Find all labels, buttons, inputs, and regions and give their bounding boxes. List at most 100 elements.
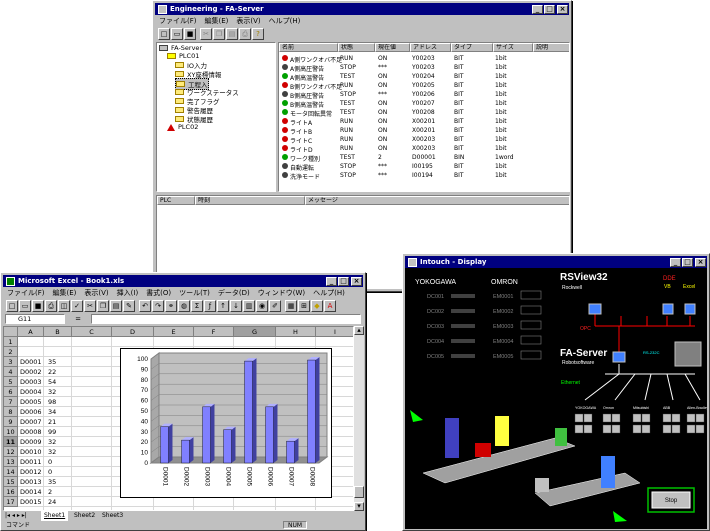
map-icon[interactable]: ◉: [256, 299, 268, 312]
cut-icon[interactable]: ✂: [200, 27, 212, 40]
column-header[interactable]: I: [316, 327, 353, 337]
cell-c[interactable]: 35: [48, 357, 70, 367]
print-icon[interactable]: ⎙: [45, 299, 57, 312]
tab-nav-icon[interactable]: |◂ ◂ ▸ ▸|: [5, 512, 27, 519]
bar[interactable]: [202, 406, 211, 464]
col-value[interactable]: 現在値: [375, 43, 410, 52]
row-header[interactable]: 4: [4, 367, 18, 377]
menu-data[interactable]: データ(D): [214, 288, 254, 298]
row-header[interactable]: 15: [4, 477, 18, 487]
copy-icon[interactable]: ❐: [97, 299, 109, 312]
autosum-icon[interactable]: Σ: [191, 299, 203, 312]
menu-file[interactable]: ファイル(F): [155, 16, 201, 26]
cell-c[interactable]: 32: [48, 387, 70, 397]
log-col-message[interactable]: メッセージ: [305, 196, 569, 205]
col-address[interactable]: アドレス: [410, 43, 451, 52]
column-header[interactable]: G: [234, 327, 276, 337]
menu-file[interactable]: ファイル(F): [3, 288, 49, 298]
cell-c[interactable]: 21: [48, 417, 70, 427]
column-header[interactable]: C: [72, 327, 112, 337]
cut-icon[interactable]: ✂: [84, 299, 96, 312]
variable-row[interactable]: 自動運転 STOP *** I00195 BIT 1bit: [279, 162, 569, 172]
scroll-up-icon[interactable]: ▴: [354, 326, 364, 335]
undo-icon[interactable]: ↶: [139, 299, 151, 312]
cell-c[interactable]: 0: [48, 467, 70, 477]
bar[interactable]: [223, 429, 232, 464]
cell-c[interactable]: 98: [48, 397, 70, 407]
bar[interactable]: [265, 406, 274, 464]
variable-row[interactable]: ライトD RUN ON X00203 BIT 1bit: [279, 144, 569, 154]
scroll-thumb[interactable]: [354, 486, 364, 498]
row-header[interactable]: 1: [4, 337, 18, 347]
cell-c[interactable]: [48, 337, 70, 347]
row-header[interactable]: 6: [4, 387, 18, 397]
new-icon[interactable]: □: [6, 299, 18, 312]
tree-plc02[interactable]: PLC02: [167, 123, 198, 131]
column-header[interactable]: F: [194, 327, 234, 337]
vertical-scrollbar[interactable]: ▴ ▾: [354, 326, 364, 511]
menu-edit[interactable]: 編集(E): [201, 16, 233, 26]
variable-row[interactable]: B側高圧警告 STOP *** Y00206 BIT 1bit: [279, 90, 569, 100]
excel-titlebar[interactable]: Microsoft Excel - Book1.xls _ □ ×: [3, 275, 363, 287]
variable-row[interactable]: A側高圧警告 STOP *** Y00203 BIT 1bit: [279, 63, 569, 73]
worksheet-grid[interactable]: A B C D E F G H I 1 2 3 4 5 6 7 8 9 10 11 12 13 14 15 16 17 D0001 3…: [3, 326, 354, 511]
engineering-titlebar[interactable]: Engineering - FA-Server _ □ ×: [155, 3, 569, 15]
cell-c[interactable]: 0: [48, 457, 70, 467]
new-icon[interactable]: □: [158, 27, 170, 40]
cell-b[interactable]: D0004: [20, 387, 42, 397]
cell-c[interactable]: 24: [48, 497, 70, 507]
cell-b[interactable]: D0003: [20, 377, 42, 387]
minimize-button[interactable]: _: [532, 4, 543, 14]
cell-c[interactable]: 32: [48, 437, 70, 447]
row-header[interactable]: 12: [4, 447, 18, 457]
row-header[interactable]: 5: [4, 377, 18, 387]
menu-format[interactable]: 書式(O): [142, 288, 175, 298]
bar[interactable]: [160, 426, 169, 464]
col-status[interactable]: 状態: [338, 43, 375, 52]
cell-c[interactable]: 2: [48, 487, 70, 497]
maximize-button[interactable]: □: [338, 276, 349, 286]
sort-desc-icon[interactable]: ↓: [230, 299, 242, 312]
spell-icon[interactable]: ✓: [71, 299, 83, 312]
variable-row[interactable]: A側ワンクオバ不足 RUN ON Y00203 BIT 1bit: [279, 54, 569, 64]
row-header[interactable]: 11: [4, 437, 18, 447]
minimize-button[interactable]: _: [326, 276, 337, 286]
menu-window[interactable]: ウィンドウ(W): [254, 288, 309, 298]
column-header[interactable]: H: [276, 327, 316, 337]
menu-insert[interactable]: 挿入(I): [113, 288, 143, 298]
col-type[interactable]: タイプ: [451, 43, 493, 52]
scroll-down-icon[interactable]: ▾: [354, 502, 364, 511]
variable-row[interactable]: ワーク種別 TEST 2 D00001 BIN 1word: [279, 153, 569, 163]
bar[interactable]: [244, 360, 253, 464]
copy-icon[interactable]: ❐: [213, 27, 225, 40]
maximize-button[interactable]: □: [544, 4, 555, 14]
sort-asc-icon[interactable]: ↑: [217, 299, 229, 312]
cell-b[interactable]: D0007: [20, 417, 42, 427]
variable-row[interactable]: A側高温警告 TEST ON Y00204 BIT 1bit: [279, 72, 569, 82]
style-icon[interactable]: ▦: [285, 299, 297, 312]
menu-view[interactable]: 表示(V): [232, 16, 264, 26]
formula-equals[interactable]: =: [68, 314, 88, 324]
row-header[interactable]: 3: [4, 357, 18, 367]
bar[interactable]: [307, 359, 316, 464]
cell-c[interactable]: 35: [48, 477, 70, 487]
minimize-button[interactable]: _: [670, 257, 681, 267]
menu-help[interactable]: ヘルプ(H): [265, 16, 305, 26]
tree-root[interactable]: FA-Server: [159, 44, 202, 52]
format-painter-icon[interactable]: ✎: [123, 299, 135, 312]
font-color-icon[interactable]: A: [324, 299, 336, 312]
cell-b[interactable]: D0012: [20, 467, 42, 477]
variable-row[interactable]: B側ワンクオバ不足 RUN ON Y00205 BIT 1bit: [279, 81, 569, 91]
tree-plc01[interactable]: PLC01: [167, 52, 199, 60]
hyperlink-icon[interactable]: ⚭: [165, 299, 177, 312]
cell-b[interactable]: D0010: [20, 447, 42, 457]
row-header[interactable]: 14: [4, 467, 18, 477]
close-button[interactable]: ×: [695, 257, 706, 267]
close-button[interactable]: ×: [351, 276, 362, 286]
cell-b[interactable]: D0001: [20, 357, 42, 367]
col-name[interactable]: 名前: [279, 43, 338, 52]
cell-b[interactable]: D0005: [20, 397, 42, 407]
embedded-chart[interactable]: 0 10 20 30 40 50 60 70 80 90 100 D0001 D0002 D0003 D00…: [120, 348, 332, 498]
menu-edit[interactable]: 編集(E): [49, 288, 81, 298]
print-icon[interactable]: ⎙: [239, 27, 251, 40]
